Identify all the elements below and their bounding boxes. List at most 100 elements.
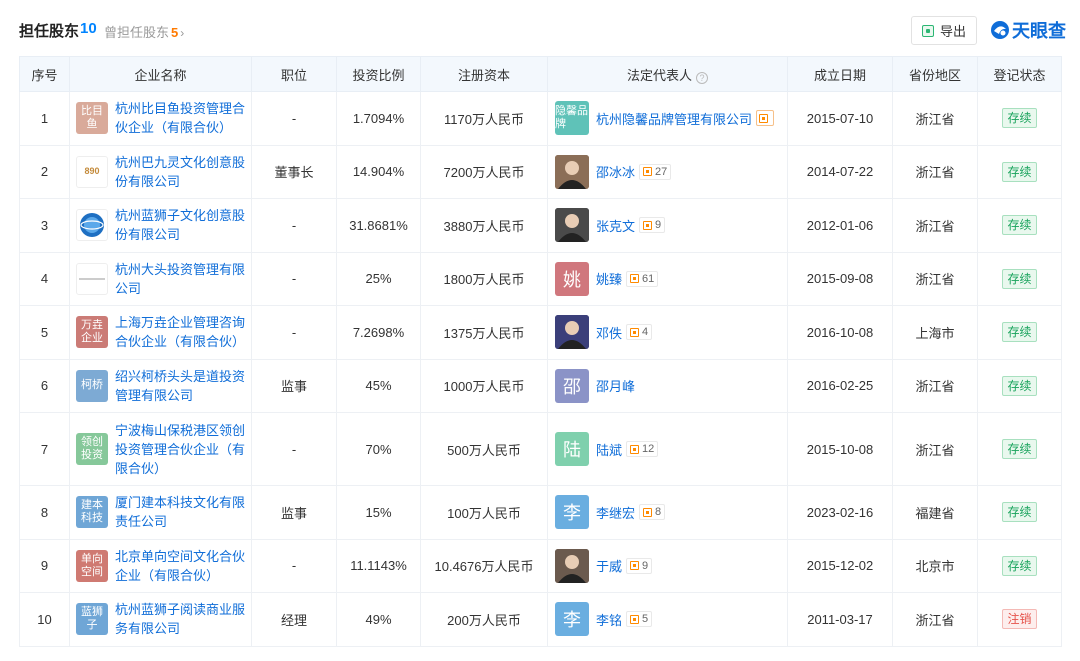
company-name-link[interactable]: 杭州大头投资管理有限公司 bbox=[115, 260, 251, 298]
registered-capital: 1000万人民币 bbox=[420, 358, 548, 413]
company-name-link[interactable]: 宁波梅山保税港区领创投资管理合伙企业（有限合伙） bbox=[115, 421, 251, 478]
company-name-link[interactable]: 杭州蓝狮子阅读商业服务有限公司 bbox=[115, 600, 251, 638]
company-name-link[interactable]: 杭州巴九灵文化创意股份有限公司 bbox=[115, 153, 251, 191]
section-title: 担任股东 bbox=[19, 23, 80, 40]
establish-date: 2016-10-08 bbox=[787, 305, 893, 360]
company-name-link[interactable]: 北京单向空间文化合伙企业（有限合伙） bbox=[115, 547, 251, 585]
table-row: 5 万垚企业 上海万垚企业管理咨询合伙企业（有限合伙） - 7.2698% 13… bbox=[19, 305, 1062, 360]
legal-rep-photo[interactable] bbox=[555, 548, 589, 583]
investment-ratio: 14.904% bbox=[336, 144, 421, 199]
company-logo[interactable]: 890 bbox=[76, 155, 108, 188]
related-companies-badge[interactable]: 8 bbox=[639, 504, 666, 521]
status-badge: 存续 bbox=[1002, 161, 1037, 182]
legal-rep-avatar[interactable]: 陆 bbox=[555, 432, 589, 466]
legal-rep-photo[interactable] bbox=[555, 208, 589, 243]
tianyancha-logo: 天眼查 bbox=[990, 17, 1066, 43]
legal-rep-name-link[interactable]: 邵冰冰 bbox=[596, 162, 635, 181]
table-row: 1 比目鱼 杭州比目鱼投资管理合伙企业（有限合伙） - 1.7094% 1170… bbox=[19, 91, 1062, 146]
legal-rep-avatar[interactable]: 姚 bbox=[555, 261, 589, 296]
column-header-no: 序号 bbox=[19, 56, 70, 92]
position: 经理 bbox=[251, 592, 337, 647]
related-companies-badge[interactable]: 9 bbox=[626, 557, 653, 574]
company-name-link[interactable]: 厦门建本科技文化有限责任公司 bbox=[115, 493, 251, 531]
company-cell: 蓝狮子 杭州蓝狮子阅读商业服务有限公司 bbox=[69, 592, 252, 647]
legal-rep-name-link[interactable]: 邵月峰 bbox=[596, 376, 635, 395]
row-number: 1 bbox=[19, 91, 70, 146]
related-companies-badge[interactable]: 27 bbox=[639, 163, 672, 180]
status-cell: 存续 bbox=[977, 412, 1062, 486]
former-shareholder-link[interactable]: 曾担任股东 5 › bbox=[104, 22, 184, 41]
company-cell: 柯桥 绍兴柯桥头头是道投资管理有限公司 bbox=[69, 358, 252, 413]
company-name-link[interactable]: 杭州比目鱼投资管理合伙企业（有限合伙） bbox=[115, 99, 251, 137]
status-cell: 存续 bbox=[977, 305, 1062, 360]
status-badge: 存续 bbox=[1002, 268, 1037, 289]
company-logo[interactable]: 建本科技 bbox=[76, 496, 108, 529]
company-logo[interactable]: 比目鱼 bbox=[76, 102, 108, 135]
legal-rep-photo[interactable] bbox=[555, 315, 589, 350]
company-logo[interactable]: 万垚企业 bbox=[76, 316, 108, 349]
row-number: 4 bbox=[19, 251, 70, 306]
establish-date: 2012-01-06 bbox=[787, 198, 893, 253]
company-name-link[interactable]: 杭州蓝狮子文化创意股份有限公司 bbox=[115, 206, 251, 244]
legal-rep-avatar[interactable]: 隐馨品牌 bbox=[555, 101, 589, 136]
export-button[interactable]: 导出 bbox=[911, 16, 977, 45]
related-companies-badge[interactable]: 9 bbox=[639, 217, 666, 234]
related-companies-count: 4 bbox=[642, 326, 649, 339]
establish-date: 2011-03-17 bbox=[787, 592, 893, 647]
legal-rep-name-link[interactable]: 杭州隐馨品牌管理有限公司 bbox=[596, 109, 752, 128]
legal-rep-cell: 邵 邵月峰 bbox=[547, 358, 788, 413]
company-name-link[interactable]: 上海万垚企业管理咨询合伙企业（有限合伙） bbox=[115, 313, 251, 351]
legal-rep-name-link[interactable]: 邓佚 bbox=[596, 323, 622, 342]
company-logo[interactable]: 单向空间 bbox=[76, 549, 108, 582]
brand-mark-icon bbox=[990, 20, 1010, 40]
position: - bbox=[251, 91, 337, 146]
company-cell: 890 杭州巴九灵文化创意股份有限公司 bbox=[69, 144, 252, 199]
related-companies-badge[interactable]: 5 bbox=[626, 611, 653, 628]
company-tag-icon[interactable] bbox=[756, 110, 775, 127]
legal-rep-name-link[interactable]: 张克文 bbox=[596, 216, 635, 235]
related-companies-badge[interactable]: 12 bbox=[626, 441, 659, 457]
province: 福建省 bbox=[892, 485, 978, 540]
legal-rep-cell: 张克文 9 bbox=[547, 198, 788, 253]
legal-rep-avatar[interactable]: 李 bbox=[555, 602, 589, 637]
establish-date: 2015-09-08 bbox=[787, 251, 893, 306]
shareholder-count: 10 bbox=[80, 20, 97, 37]
column-header-province: 省份地区 bbox=[892, 56, 978, 92]
province: 浙江省 bbox=[892, 251, 978, 306]
legal-rep-photo[interactable] bbox=[555, 154, 589, 189]
company-logo[interactable]: 柯桥 bbox=[76, 369, 108, 402]
company-cell: 杭州大头投资管理有限公司 bbox=[69, 251, 252, 306]
help-icon[interactable]: ? bbox=[696, 71, 708, 84]
table-row: 4 杭州大头投资管理有限公司 - 25% 1800万人民币 姚 姚臻 61 20… bbox=[19, 251, 1062, 306]
company-logo[interactable] bbox=[76, 262, 108, 295]
former-shareholder-label: 曾担任股东 bbox=[104, 25, 170, 40]
company-logo[interactable]: 蓝狮子 bbox=[76, 603, 108, 636]
legal-rep-name-link[interactable]: 姚臻 bbox=[596, 269, 622, 288]
legal-rep-cell: 隐馨品牌 杭州隐馨品牌管理有限公司 bbox=[547, 91, 788, 146]
position: - bbox=[251, 305, 337, 360]
legal-rep-name-link[interactable]: 陆斌 bbox=[596, 440, 622, 459]
legal-rep-cell: 邵冰冰 27 bbox=[547, 144, 788, 199]
province: 上海市 bbox=[892, 305, 978, 360]
row-number: 9 bbox=[19, 538, 70, 593]
status-cell: 存续 bbox=[977, 251, 1062, 306]
legal-rep-name-link[interactable]: 李继宏 bbox=[596, 503, 635, 522]
legal-rep-name-link[interactable]: 于威 bbox=[596, 556, 622, 575]
legal-rep-cell: 姚 姚臻 61 bbox=[547, 251, 788, 306]
legal-rep-avatar[interactable]: 李 bbox=[555, 495, 589, 530]
column-header-date: 成立日期 bbox=[787, 56, 893, 92]
status-cell: 存续 bbox=[977, 198, 1062, 253]
column-header-capital: 注册资本 bbox=[420, 56, 548, 92]
registered-capital: 100万人民币 bbox=[420, 485, 548, 540]
company-logo[interactable] bbox=[76, 209, 108, 242]
relation-tree-icon bbox=[630, 327, 640, 337]
related-companies-badge[interactable]: 61 bbox=[626, 270, 659, 287]
legal-rep-name-link[interactable]: 李铭 bbox=[596, 610, 622, 629]
legal-rep-avatar[interactable]: 邵 bbox=[555, 368, 589, 403]
company-logo[interactable]: 领创投资 bbox=[76, 433, 108, 465]
province: 北京市 bbox=[892, 538, 978, 593]
company-name-link[interactable]: 绍兴柯桥头头是道投资管理有限公司 bbox=[115, 367, 251, 405]
relation-tree-icon bbox=[630, 614, 640, 624]
related-companies-badge[interactable]: 4 bbox=[626, 324, 653, 341]
column-header-ratio: 投资比例 bbox=[336, 56, 421, 92]
